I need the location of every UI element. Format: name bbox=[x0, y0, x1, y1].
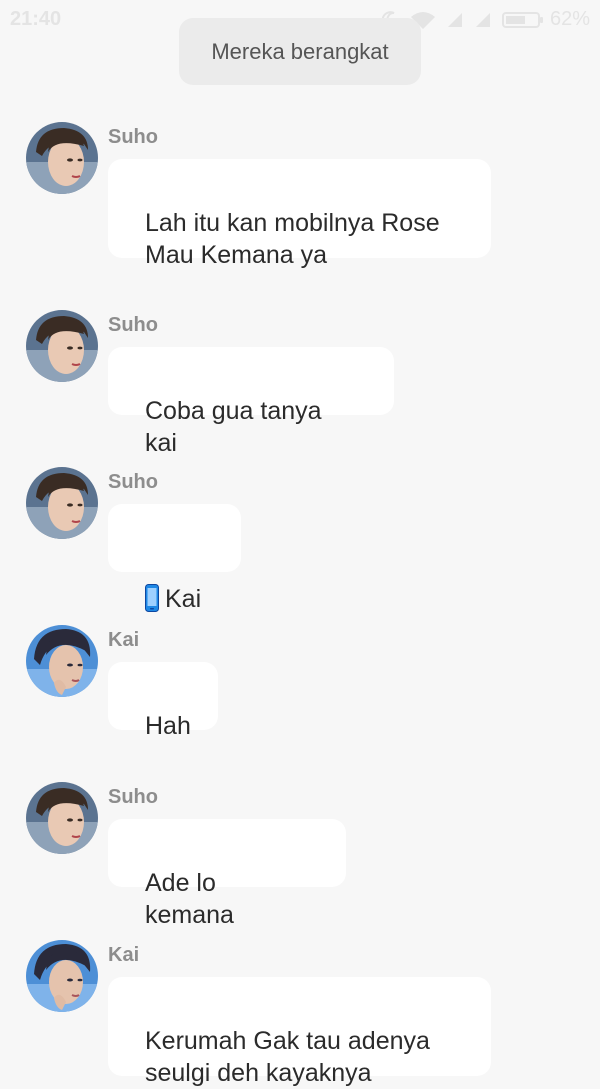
sender-name: Kai bbox=[108, 944, 140, 966]
signal-icon bbox=[446, 11, 464, 29]
message-bubble[interactable]: Kerumah Gak tau adenya seulgi deh kayakn… bbox=[108, 977, 491, 1087]
message-bubble[interactable]: Lah itu kan mobilnya Rose Mau Kemana ya bbox=[108, 159, 491, 269]
message-text: Ade lo kemana bbox=[145, 869, 234, 929]
status-time: 21:40 bbox=[10, 8, 62, 30]
message-bubble[interactable]: Ade lo kemana bbox=[108, 819, 346, 929]
system-message: Mereka berangkat bbox=[179, 18, 421, 85]
signal-icon-2 bbox=[474, 11, 492, 29]
sender-name: Suho bbox=[108, 786, 158, 808]
kai-avatar[interactable] bbox=[26, 940, 98, 1012]
suho-avatar[interactable] bbox=[26, 782, 98, 854]
mobile-phone-icon bbox=[145, 552, 159, 612]
suho-avatar[interactable] bbox=[26, 467, 98, 539]
sender-name: Suho bbox=[108, 126, 158, 148]
suho-avatar[interactable] bbox=[26, 310, 98, 382]
message-text: Coba gua tanya kai bbox=[145, 397, 322, 457]
message-bubble[interactable]: Hah bbox=[108, 662, 218, 740]
battery-percent: 62% bbox=[549, 8, 590, 30]
sender-name: Suho bbox=[108, 471, 158, 493]
battery-fill bbox=[505, 15, 525, 24]
system-message-text: Mereka berangkat bbox=[211, 38, 389, 64]
message-text: Kerumah Gak tau adenya seulgi deh kayakn… bbox=[145, 1027, 430, 1087]
message-bubble[interactable]: Coba gua tanya kai bbox=[108, 347, 394, 457]
sender-name: Kai bbox=[108, 629, 140, 651]
message-bubble[interactable]: Kai bbox=[108, 504, 241, 613]
sender-name: Suho bbox=[108, 314, 158, 336]
message-text: Kai bbox=[165, 585, 202, 613]
message-text: Lah itu kan mobilnya Rose Mau Kemana ya bbox=[145, 209, 440, 269]
kai-avatar[interactable] bbox=[26, 625, 98, 697]
suho-avatar[interactable] bbox=[26, 122, 98, 194]
battery-icon bbox=[501, 11, 543, 28]
message-text: Hah bbox=[145, 712, 191, 740]
